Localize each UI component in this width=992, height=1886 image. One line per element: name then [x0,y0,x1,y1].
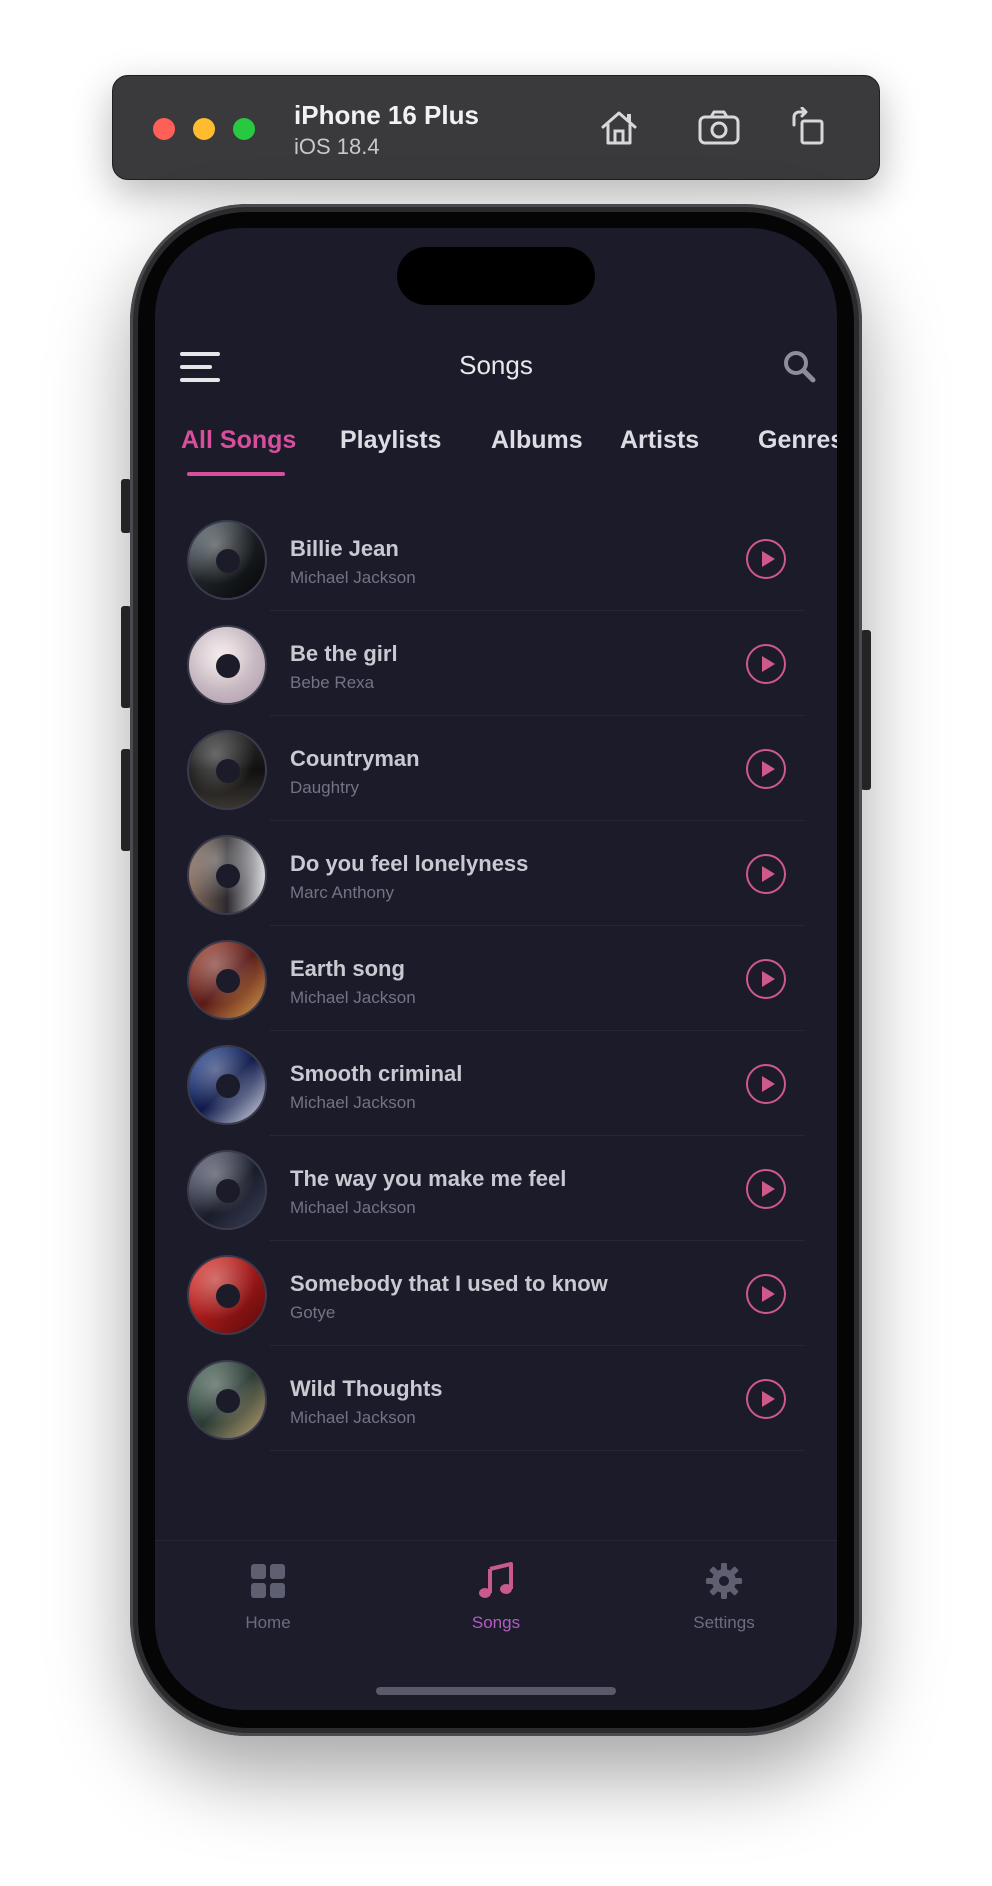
play-button[interactable] [746,1169,786,1209]
album-art [187,1255,267,1335]
search-icon [784,351,816,383]
home-icon [601,111,637,145]
songs-list: Billie Jean Michael Jackson Be the girl … [155,506,837,1451]
song-title: Be the girl [290,641,398,666]
home-button[interactable] [595,104,643,152]
tab-genres[interactable]: Genres [758,426,837,455]
play-icon [762,656,775,672]
tab-artists[interactable]: Artists [620,426,699,455]
rotate-icon [792,107,824,145]
close-window-button[interactable] [153,118,175,140]
album-art [187,1150,267,1230]
album-art [187,940,267,1020]
play-button[interactable] [746,1064,786,1104]
rotate-button[interactable] [785,104,833,152]
play-button[interactable] [746,539,786,579]
song-title: Somebody that I used to know [290,1271,608,1296]
song-row[interactable]: Billie Jean Michael Jackson [155,506,837,611]
nav-home-label: Home [245,1613,291,1632]
song-row[interactable]: Wild Thoughts Michael Jackson [155,1346,837,1451]
album-art [187,520,267,600]
album-art [187,625,267,705]
play-icon [762,551,775,567]
song-title: Billie Jean [290,536,399,561]
play-icon [762,1391,775,1407]
song-artist: Bebe Rexa [290,673,375,692]
power-button [861,630,871,790]
song-artist: Michael Jackson [290,1198,416,1217]
song-artist: Marc Anthony [290,883,394,902]
song-title: Wild Thoughts [290,1376,443,1401]
minimize-window-button[interactable] [193,118,215,140]
play-icon [762,761,775,777]
song-title: Smooth criminal [290,1061,463,1086]
play-button[interactable] [746,749,786,789]
song-title: Earth song [290,956,405,981]
song-title: Do you feel lonelyness [290,851,529,876]
app-screen: Songs All Songs Playlists Albums Artists… [155,228,837,1710]
grid-icon [251,1564,285,1598]
album-art [187,835,267,915]
active-tab-indicator [187,472,285,476]
song-row[interactable]: Be the girl Bebe Rexa [155,611,837,716]
play-button[interactable] [746,1379,786,1419]
play-button[interactable] [746,1274,786,1314]
play-button[interactable] [746,854,786,894]
song-row[interactable]: Do you feel lonelyness Marc Anthony [155,821,837,926]
song-artist: Gotye [290,1303,336,1322]
screenshot-icon [698,110,740,145]
song-row[interactable]: Smooth criminal Michael Jackson [155,1031,837,1136]
song-artist: Michael Jackson [290,1093,416,1112]
play-icon [762,1286,775,1302]
song-row[interactable]: Countryman Daughtry [155,716,837,821]
device-name: iPhone 16 Plus [294,100,479,130]
screenshot-button[interactable] [695,104,743,152]
song-title: Countryman [290,746,420,771]
song-artist: Michael Jackson [290,568,416,587]
category-tabs: All Songs Playlists Albums Artists Genre… [155,426,837,486]
nav-settings-label: Settings [693,1613,755,1632]
tab-playlists[interactable]: Playlists [340,426,441,455]
song-artist: Daughtry [290,778,359,797]
album-art [187,1045,267,1125]
gear-icon [706,1563,742,1599]
play-icon [762,971,775,987]
song-row[interactable]: Earth song Michael Jackson [155,926,837,1031]
song-artist: Michael Jackson [290,1408,416,1427]
play-icon [762,1076,775,1092]
simulator-toolbar: iPhone 16 Plus iOS 18.4 [112,75,880,180]
song-row[interactable]: The way you make me feel Michael Jackson [155,1136,837,1241]
page-title: Songs [459,350,533,380]
tab-all-songs[interactable]: All Songs [181,426,296,455]
song-artist: Michael Jackson [290,988,416,1007]
zoom-window-button[interactable] [233,118,255,140]
home-indicator [376,1687,616,1695]
nav-songs-label: Songs [471,1613,521,1632]
play-icon [762,1181,775,1197]
search-button[interactable] [781,348,817,384]
tab-albums[interactable]: Albums [491,426,583,455]
play-button[interactable] [746,959,786,999]
album-art [187,730,267,810]
song-title: The way you make me feel [290,1166,567,1191]
music-note-icon [479,1562,513,1598]
dynamic-island [397,247,595,305]
album-art [187,1360,267,1440]
song-row[interactable]: Somebody that I used to know Gotye [155,1241,837,1346]
os-version: iOS 18.4 [294,134,380,159]
play-icon [762,866,775,882]
bottom-nav: Home Songs Settings [155,1540,837,1710]
play-button[interactable] [746,644,786,684]
